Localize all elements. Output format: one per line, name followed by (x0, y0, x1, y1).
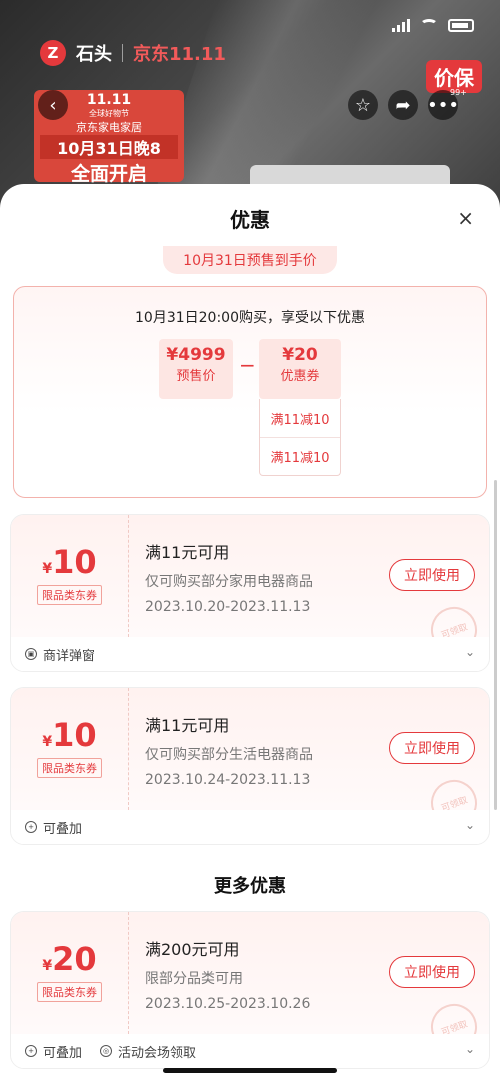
promo-start: 全面开启 (70, 163, 147, 185)
brand-name: 石头 (76, 44, 112, 65)
minus-sign: − (239, 353, 256, 377)
coupon-features: ▣ 商详弹窗 (11, 637, 489, 671)
presale-price-tab: 10月31日预售到手价 (163, 246, 337, 274)
feature-label: 可叠加 (43, 1045, 83, 1061)
close-icon[interactable]: × (457, 206, 474, 230)
status-bar (392, 18, 474, 32)
promo-store: 京东家电家居 (76, 121, 142, 134)
coupon-value: ¥20 限品类东券 (11, 912, 129, 1034)
venue-icon: ◎ (100, 1045, 113, 1057)
coupon-type-tag: 限品类东券 (37, 585, 102, 605)
coupon-value: ¥10 限品类东券 (11, 688, 129, 810)
use-now-button[interactable]: 立即使用 (389, 956, 475, 988)
message-count-badge: 99+ (450, 88, 467, 97)
coupon-validity: 2023.10.24-2023.11.13 (145, 772, 311, 788)
offers-sheet: 优惠 × 10月31日预售到手价 10月31日20:00购买，享受以下优惠 ¥4… (0, 184, 500, 1082)
coupon-type-tag: 限品类东券 (37, 982, 102, 1002)
feature-label: 活动会场领取 (118, 1045, 197, 1061)
coupon-card: ¥10 限品类东券 满11元可用 仅可购买部分生活电器商品 2023.10.24… (10, 687, 490, 845)
coupon-amount: 10 (52, 716, 97, 754)
stackable-icon: + (25, 821, 37, 833)
coupon-total-box: ¥20 优惠券 (259, 339, 341, 399)
coupon-value: ¥10 限品类东券 (11, 515, 129, 637)
brand-divider (122, 44, 123, 62)
coupon-info: 满11元可用 仅可购买部分生活电器商品 2023.10.24-2023.11.1… (145, 712, 313, 788)
scrollbar[interactable] (494, 480, 497, 810)
home-indicator[interactable] (163, 1068, 337, 1073)
yen-symbol: ¥ (42, 958, 53, 974)
coupon-feature: ◎ 活动会场领取 (100, 1042, 196, 1061)
brand-header: Z 石头 京东11.11 (40, 40, 226, 66)
coupon-features: + 可叠加 (11, 810, 489, 844)
coupon-amount: 20 (52, 940, 97, 978)
feature-label: 可叠加 (43, 821, 83, 837)
coupon-amount: 10 (52, 543, 97, 581)
coupon-total-label: 优惠券 (280, 369, 320, 384)
coupon-scope: 仅可购买部分生活电器商品 (145, 747, 313, 763)
sheet-title: 优惠 (230, 208, 270, 232)
star-icon[interactable]: ☆ (348, 90, 378, 120)
coupon-feature: + 可叠加 (25, 1042, 82, 1061)
coupon-threshold: 满200元可用 (145, 940, 240, 959)
popup-icon: ▣ (25, 648, 37, 660)
feature-label: 商详弹窗 (43, 648, 96, 664)
coupon-features: + 可叠加 ◎ 活动会场领取 (11, 1034, 489, 1068)
wifi-icon (420, 19, 438, 31)
coupon-feature: ▣ 商详弹窗 (25, 645, 95, 664)
chevron-down-icon[interactable]: ⌄ (465, 818, 475, 832)
battery-icon (448, 18, 474, 32)
jd-1111-logo: 京东11.11 (133, 44, 226, 65)
coupon-sub-item: 满11减10 (260, 437, 340, 475)
coupon-card: ¥10 限品类东券 满11元可用 仅可购买部分家用电器商品 2023.10.20… (10, 514, 490, 672)
coupon-info: 满11元可用 仅可购买部分家用电器商品 2023.10.20-2023.11.1… (145, 539, 313, 615)
stackable-icon: + (25, 1045, 37, 1057)
coupon-feature: + 可叠加 (25, 818, 82, 837)
coupon-type-tag: 限品类东券 (37, 758, 102, 778)
presale-price-box: ¥4999 预售价 (159, 339, 233, 399)
chevron-down-icon[interactable]: ⌄ (465, 1042, 475, 1056)
coupon-scope: 限部分品类可用 (145, 971, 243, 987)
coupon-total-amount: ¥20 (282, 345, 318, 365)
yen-symbol: ¥ (42, 561, 53, 577)
use-now-button[interactable]: 立即使用 (389, 559, 475, 591)
yen-symbol: ¥ (42, 734, 53, 750)
signal-icon (392, 18, 410, 32)
coupon-scope: 仅可购买部分家用电器商品 (145, 574, 313, 590)
presale-price-label: 预售价 (176, 369, 216, 384)
back-icon[interactable]: ‹ (38, 90, 68, 120)
coupon-info: 满200元可用 限部分品类可用 2023.10.25-2023.10.26 (145, 936, 310, 1012)
presale-description: 10月31日20:00购买，享受以下优惠 (135, 310, 365, 326)
chevron-down-icon[interactable]: ⌄ (465, 645, 475, 659)
presale-breakdown: 10月31日20:00购买，享受以下优惠 ¥4999 预售价 − ¥20 优惠券… (13, 286, 487, 498)
coupon-card: ¥20 限品类东券 满200元可用 限部分品类可用 2023.10.25-202… (10, 911, 490, 1069)
use-now-button[interactable]: 立即使用 (389, 732, 475, 764)
promo-date: 10月31日晚8 (40, 135, 178, 159)
coupon-validity: 2023.10.20-2023.11.13 (145, 599, 311, 615)
more-offers-title: 更多优惠 (214, 876, 286, 897)
coupon-threshold: 满11元可用 (145, 543, 230, 562)
presale-price-amount: ¥4999 (166, 345, 226, 365)
brand-logo-icon: Z (40, 40, 66, 66)
coupon-validity: 2023.10.25-2023.10.26 (145, 996, 311, 1012)
coupon-sub-item: 满11减10 (270, 412, 330, 428)
coupon-sub-list: 满11减10 满11减10 (259, 399, 341, 476)
share-icon[interactable]: ➦ (388, 90, 418, 120)
coupon-threshold: 满11元可用 (145, 716, 230, 735)
